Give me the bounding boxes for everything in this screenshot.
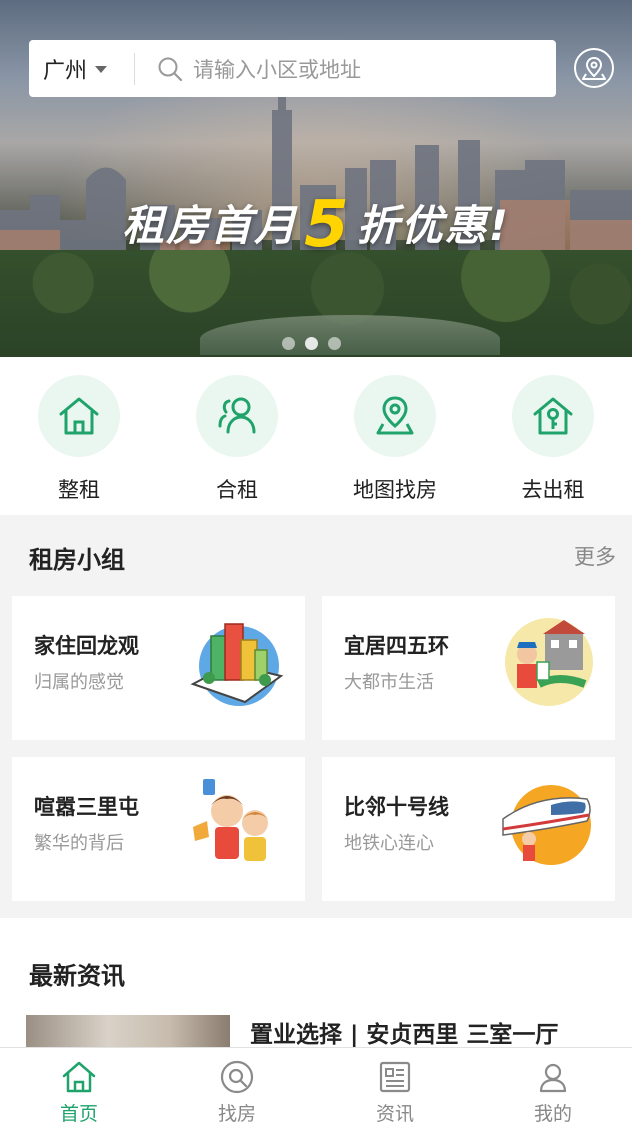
house-key-icon <box>512 375 594 457</box>
group-card[interactable]: 宜居四五环 大都市生活 <box>322 596 615 740</box>
quick-nav-rent-out[interactable]: 去出租 <box>474 357 632 515</box>
city-selector[interactable]: 广州 <box>29 53 134 85</box>
group-card-title: 比邻十号线 <box>344 795 449 819</box>
section-title: 租房小组 <box>29 546 125 574</box>
tab-label: 找房 <box>217 1103 256 1125</box>
house-icon <box>38 375 120 457</box>
more-link[interactable]: 更多 <box>574 541 616 571</box>
group-card-title: 家住回龙观 <box>34 634 139 658</box>
group-card-subtitle: 地铁心连心 <box>344 833 434 854</box>
group-card[interactable]: 家住回龙观 归属的感觉 <box>12 596 305 740</box>
location-icon <box>582 56 606 80</box>
search-icon <box>158 57 183 81</box>
group-card-title: 宜居四五环 <box>344 634 449 658</box>
home-icon <box>60 1058 98 1096</box>
tab-label: 资讯 <box>375 1103 414 1125</box>
latest-news-section: 最新资讯 置业选择 | 安贞西里 三室一厅 <box>0 918 632 1055</box>
news-icon <box>376 1058 414 1096</box>
chevron-down-icon <box>95 66 108 73</box>
find-icon <box>218 1058 256 1096</box>
quick-nav-label: 整租 <box>58 478 100 502</box>
group-card-title: 喧嚣三里屯 <box>34 795 139 819</box>
quick-nav-label: 地图找房 <box>353 478 437 502</box>
group-card-subtitle: 繁华的背后 <box>34 833 124 854</box>
profile-icon <box>534 1058 572 1096</box>
rental-groups-section: 租房小组 更多 家住回龙观 归属的感觉 宜居四五环 大都市生活 喧嚣三里屯 繁华… <box>0 515 632 918</box>
group-card-subtitle: 大都市生活 <box>344 672 434 693</box>
person-house-illustration <box>505 618 593 706</box>
bottom-tab-bar: 首页 找房 资讯 我的 <box>0 1047 632 1127</box>
section-title: 最新资讯 <box>29 962 125 990</box>
tab-label: 我的 <box>533 1103 572 1125</box>
pagination-dot[interactable] <box>282 337 295 350</box>
group-card[interactable]: 比邻十号线 地铁心连心 <box>322 757 615 901</box>
quick-nav-label: 去出租 <box>521 478 585 502</box>
banner-title: 租房首月5 折优惠! <box>122 188 510 262</box>
quick-nav: 整租 合租 地图找房 去出租 <box>0 357 632 515</box>
search-bar: 广州 请输入小区或地址 <box>29 40 556 97</box>
tab-profile[interactable]: 我的 <box>474 1048 632 1127</box>
quick-nav-map-search[interactable]: 地图找房 <box>316 357 474 515</box>
quick-nav-shared-rent[interactable]: 合租 <box>158 357 316 515</box>
banner-pagination <box>282 337 341 350</box>
map-pin-icon <box>354 375 436 457</box>
group-card[interactable]: 喧嚣三里屯 繁华的背后 <box>12 757 305 901</box>
quick-nav-whole-rent[interactable]: 整租 <box>0 357 158 515</box>
quick-nav-label: 合租 <box>216 478 258 502</box>
tab-news[interactable]: 资讯 <box>316 1048 474 1127</box>
group-card-subtitle: 归属的感觉 <box>34 672 124 693</box>
people-icon <box>196 375 278 457</box>
map-location-button[interactable] <box>574 48 614 88</box>
tab-home[interactable]: 首页 <box>0 1048 158 1127</box>
pagination-dot[interactable] <box>328 337 341 350</box>
tab-label: 首页 <box>59 1103 98 1125</box>
pagination-dot[interactable] <box>305 337 318 350</box>
banner-lake <box>200 315 500 355</box>
news-item-title[interactable]: 置业选择 | 安贞西里 三室一厅 <box>250 1015 558 1049</box>
search-input[interactable]: 请输入小区或地址 <box>193 54 361 84</box>
tab-find-house[interactable]: 找房 <box>158 1048 316 1127</box>
divider <box>134 52 135 85</box>
city-label: 广州 <box>43 58 88 84</box>
buildings-illustration <box>190 623 284 706</box>
train-illustration <box>502 785 591 865</box>
couple-illustration <box>193 779 268 861</box>
